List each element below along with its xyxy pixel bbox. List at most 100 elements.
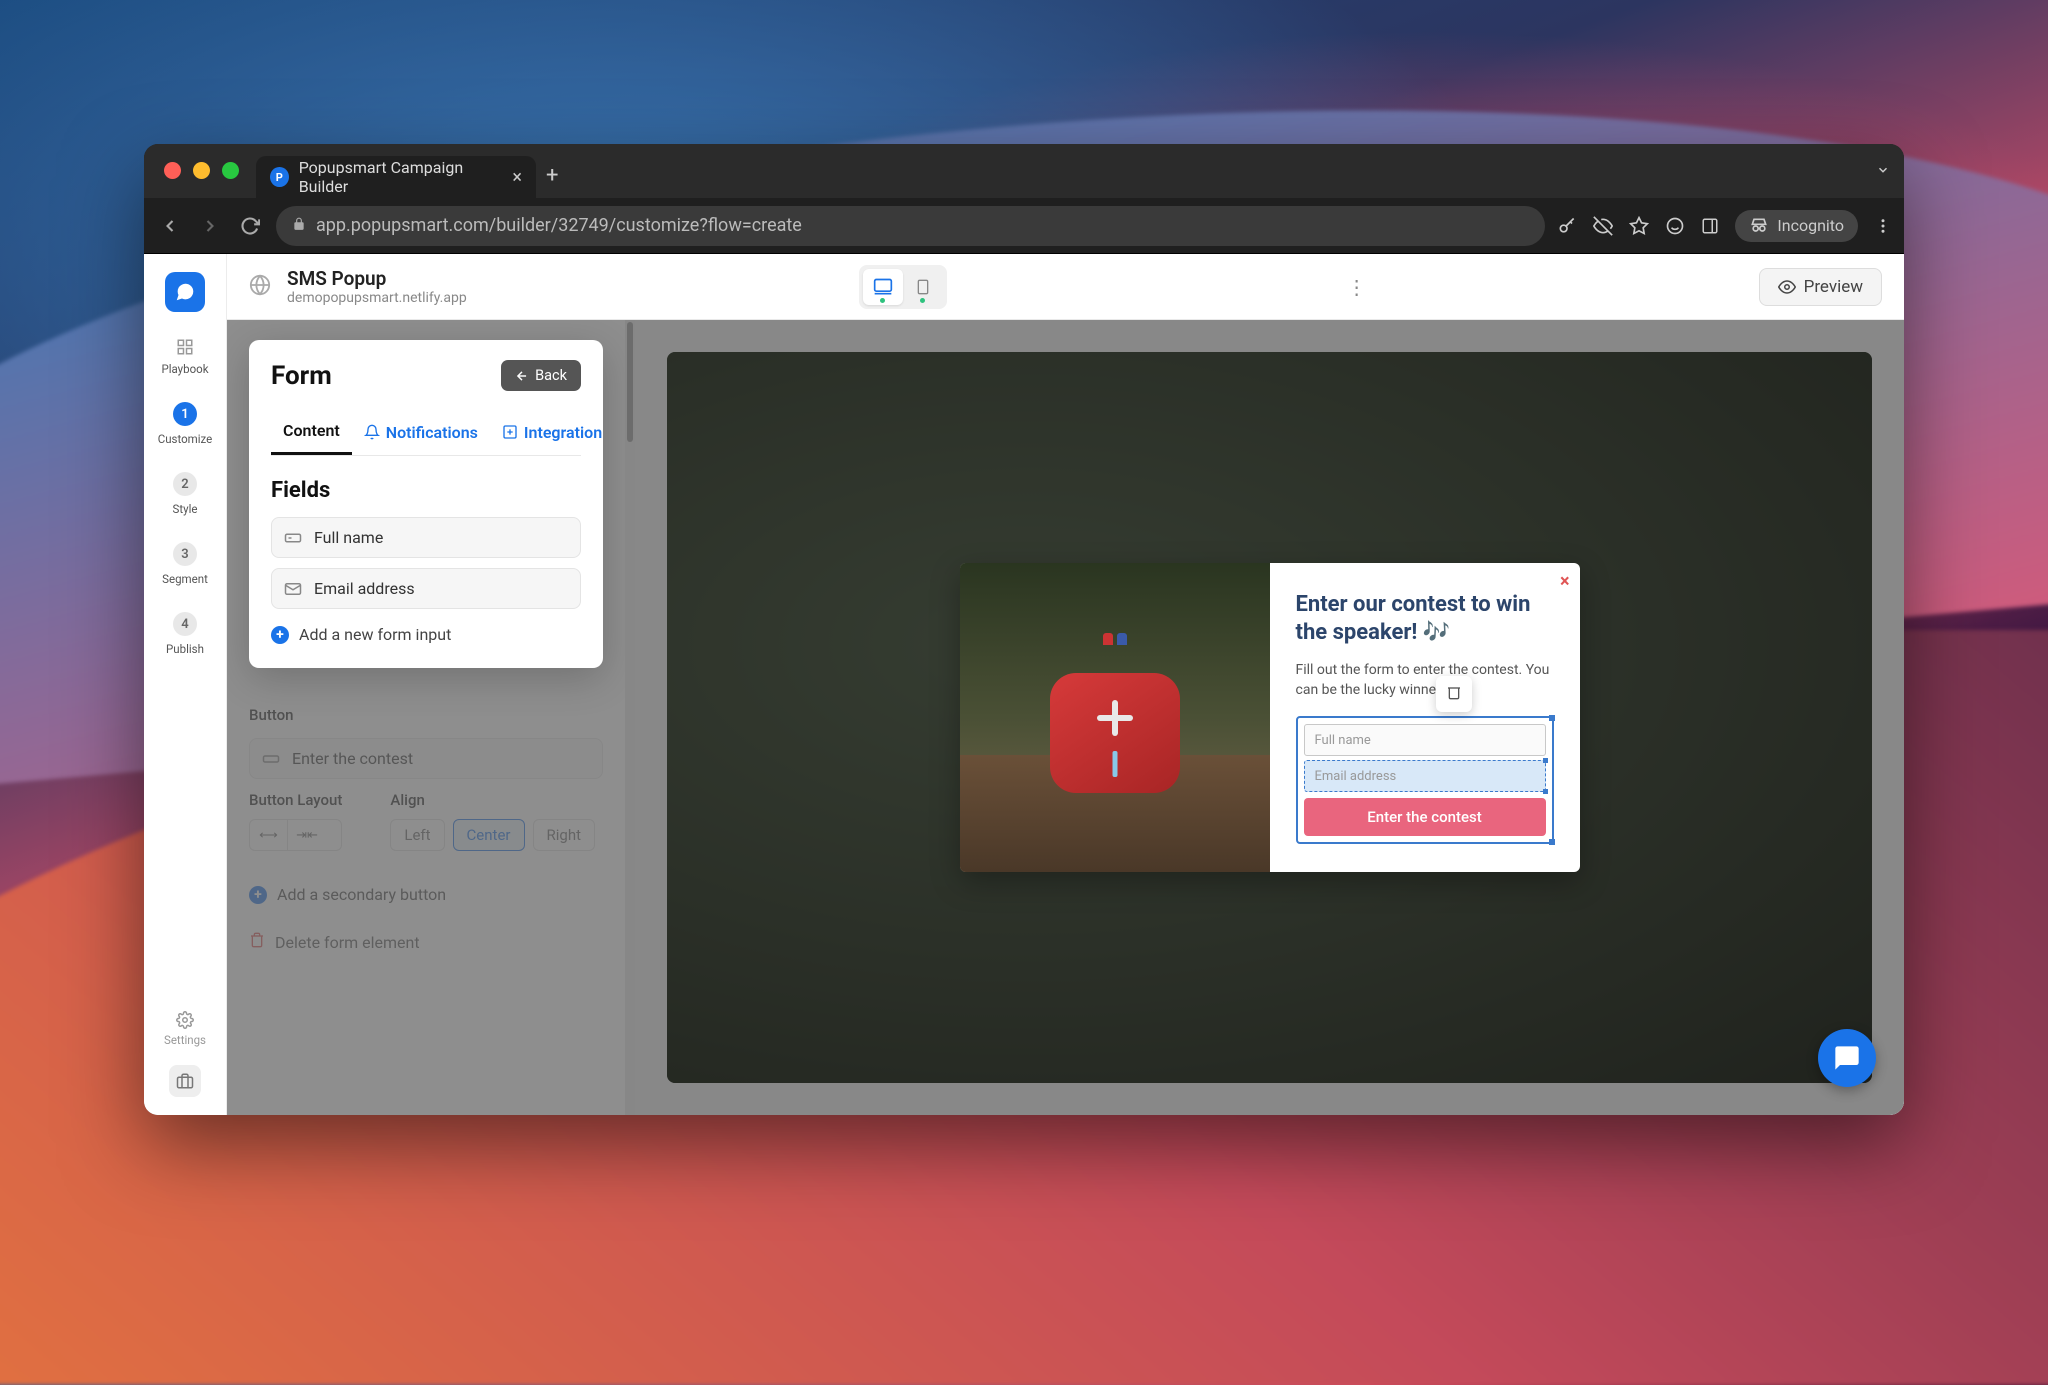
tab-title: Popupsmart Campaign Builder	[299, 158, 503, 196]
canvas-viewport[interactable]: × Enter our contest to win the speaker! …	[667, 352, 1872, 1083]
add-secondary-label: Add a secondary button	[277, 885, 446, 904]
step-label: Publish	[166, 642, 204, 656]
align-center-button[interactable]: Center	[453, 819, 525, 851]
incognito-label: Incognito	[1777, 216, 1844, 235]
app-sidebar: Playbook 1 Customize 2 Style 3 Segment 4…	[144, 254, 227, 1115]
topbar-menu-icon[interactable]: ⋮	[1347, 275, 1367, 299]
popup-image	[960, 563, 1270, 873]
extension-icon[interactable]	[1665, 216, 1685, 236]
delete-form-button[interactable]: Delete form element	[249, 932, 603, 952]
button-section-label: Button	[249, 706, 603, 724]
lock-icon	[292, 215, 306, 236]
password-key-icon[interactable]	[1557, 216, 1577, 236]
url-text: app.popupsmart.com/builder/32749/customi…	[316, 215, 802, 236]
sidebar-step-segment[interactable]: 3 Segment	[162, 542, 208, 586]
sidebar-settings[interactable]: Settings	[164, 1011, 206, 1047]
grid-icon	[176, 338, 194, 356]
side-panel-icon[interactable]	[1701, 217, 1719, 235]
step-label: Playbook	[161, 362, 208, 376]
step-label: Customize	[158, 432, 213, 446]
desktop-device-button[interactable]	[863, 269, 903, 305]
popup-preview: × Enter our contest to win the speaker! …	[960, 563, 1580, 873]
popup-input-email[interactable]: Email address	[1304, 760, 1546, 792]
tab-content[interactable]: Content	[271, 411, 352, 455]
sidebar-step-publish[interactable]: 4 Publish	[166, 612, 204, 656]
nav-back-button[interactable]	[156, 212, 184, 240]
maximize-window-button[interactable]	[222, 162, 239, 179]
popup-close-icon[interactable]: ×	[1560, 571, 1570, 592]
button-layout-label: Button Layout	[249, 791, 342, 809]
browser-menu-icon[interactable]	[1874, 217, 1892, 235]
bookmark-star-icon[interactable]	[1629, 216, 1649, 236]
field-item-email[interactable]: Email address	[271, 568, 581, 609]
field-label: Full name	[314, 528, 383, 547]
layout-full-width-button[interactable]: ⟷	[250, 820, 288, 850]
chat-icon	[1833, 1044, 1861, 1072]
globe-icon	[249, 274, 271, 300]
bell-icon	[364, 424, 380, 440]
reload-button[interactable]	[236, 212, 264, 240]
campaign-domain: demopopupsmart.netlify.app	[287, 290, 467, 306]
step-number: 4	[173, 612, 197, 636]
preview-label: Preview	[1804, 277, 1863, 297]
tab-label: Content	[283, 421, 340, 440]
button-icon	[262, 750, 280, 768]
back-button[interactable]: Back	[501, 360, 581, 391]
panel-scrollbar[interactable]	[625, 320, 635, 1115]
add-secondary-button[interactable]: + Add a secondary button	[249, 885, 603, 904]
popup-content: × Enter our contest to win the speaker! …	[1270, 563, 1580, 873]
incognito-icon	[1749, 216, 1769, 236]
button-value-input[interactable]: Enter the contest	[249, 738, 603, 779]
step-label: Style	[173, 502, 198, 516]
tab-favicon-icon: P	[270, 167, 289, 187]
tabs-dropdown-icon[interactable]	[1876, 162, 1890, 181]
popup-title[interactable]: Enter our contest to win the speaker! 🎶	[1296, 591, 1554, 648]
popup-submit-button[interactable]: Enter the contest	[1304, 798, 1546, 836]
add-field-button[interactable]: + Add a new form input	[271, 625, 581, 644]
sidebar-step-style[interactable]: 2 Style	[173, 472, 198, 516]
top-bar: SMS Popup demopopupsmart.netlify.app ⋮	[227, 254, 1904, 320]
sidebar-step-customize[interactable]: 1 Customize	[158, 402, 213, 446]
popup-form-selected[interactable]: Full name Email address Enter the contes…	[1296, 716, 1554, 844]
device-switcher	[859, 265, 947, 309]
element-toolbar	[1436, 676, 1472, 712]
chat-support-button[interactable]	[1818, 1029, 1876, 1087]
align-left-button[interactable]: Left	[390, 819, 444, 851]
address-bar[interactable]: app.popupsmart.com/builder/32749/customi…	[276, 206, 1545, 246]
window-controls	[164, 162, 239, 179]
layout-auto-width-button[interactable]: ⇥⇤	[288, 820, 326, 850]
tab-notifications[interactable]: Notifications	[352, 411, 490, 455]
workspace-button[interactable]	[169, 1065, 201, 1097]
tab-close-icon[interactable]: ×	[512, 167, 522, 188]
new-tab-button[interactable]: +	[546, 163, 558, 188]
panel-title: Form	[271, 361, 332, 391]
incognito-indicator[interactable]: Incognito	[1735, 210, 1858, 242]
plus-circle-icon: +	[249, 886, 267, 904]
popup-input-fullname[interactable]: Full name	[1304, 724, 1546, 756]
browser-tab-bar: P Popupsmart Campaign Builder × +	[144, 144, 1904, 198]
mobile-device-button[interactable]	[903, 269, 943, 305]
gear-icon	[176, 1011, 194, 1029]
tab-label: Notifications	[386, 423, 478, 442]
trash-icon	[249, 932, 265, 952]
popup-description[interactable]: Fill out the form to enter the contest. …	[1296, 660, 1554, 701]
preview-button[interactable]: Preview	[1759, 268, 1882, 306]
tab-integration[interactable]: Integration	[490, 411, 614, 455]
delete-element-icon[interactable]	[1446, 684, 1462, 704]
step-number: 2	[173, 472, 197, 496]
arrow-left-icon	[515, 369, 529, 383]
close-window-button[interactable]	[164, 162, 181, 179]
add-field-label: Add a new form input	[299, 625, 451, 644]
align-label: Align	[390, 791, 595, 809]
browser-tab[interactable]: P Popupsmart Campaign Builder ×	[256, 156, 536, 198]
browser-window: P Popupsmart Campaign Builder × + app.po…	[144, 144, 1904, 1115]
app-logo[interactable]	[165, 272, 205, 312]
align-right-button[interactable]: Right	[533, 819, 595, 851]
main-area: SMS Popup demopopupsmart.netlify.app ⋮	[227, 254, 1904, 1115]
minimize-window-button[interactable]	[193, 162, 210, 179]
nav-forward-button[interactable]	[196, 212, 224, 240]
sidebar-step-playbook[interactable]: Playbook	[161, 338, 208, 376]
browser-toolbar: app.popupsmart.com/builder/32749/customi…	[144, 198, 1904, 254]
eye-off-icon[interactable]	[1593, 216, 1613, 236]
field-item-fullname[interactable]: Full name	[271, 517, 581, 558]
